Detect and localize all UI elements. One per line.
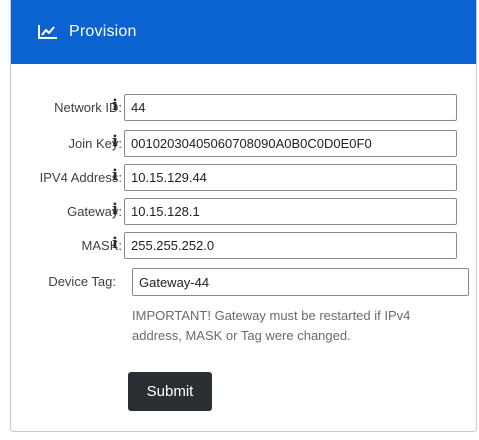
device-tag-row: Device Tag:	[0, 268, 469, 296]
submit-button[interactable]: Submit	[128, 372, 212, 411]
join-key-input[interactable]	[124, 130, 457, 157]
network-id-input[interactable]	[124, 94, 457, 121]
device-tag-input[interactable]	[132, 268, 469, 296]
device-tag-label: Device Tag:	[48, 274, 116, 289]
gateway-input[interactable]	[124, 198, 457, 225]
join-key-row: Join Key: i	[0, 130, 467, 157]
mask-row: MASK: i	[0, 232, 467, 259]
panel-title: Provision	[69, 23, 137, 40]
info-icon[interactable]: i	[110, 167, 120, 183]
ipv4-address-input[interactable]	[124, 164, 457, 191]
ipv4-address-row: IPV4 Address: i	[0, 164, 467, 191]
mask-input[interactable]	[124, 232, 457, 259]
panel-header: Provision	[11, 0, 476, 64]
restart-notice: IMPORTANT! Gateway must be restarted if …	[132, 308, 411, 343]
info-icon[interactable]: i	[110, 235, 120, 251]
info-icon[interactable]: i	[110, 201, 120, 217]
info-icon[interactable]: i	[110, 133, 120, 149]
network-id-row: Network ID: i	[0, 94, 467, 121]
info-icon[interactable]: i	[110, 97, 120, 113]
gateway-row: Gateway: i	[0, 198, 467, 225]
chart-line-icon	[37, 24, 59, 40]
